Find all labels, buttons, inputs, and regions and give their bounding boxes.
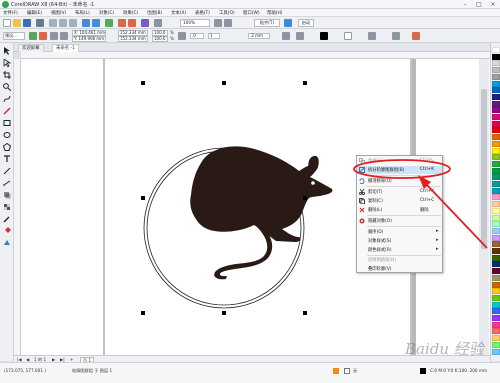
highlight-ellipse [353, 159, 451, 179]
annotation-overlay [353, 159, 488, 249]
watermark: Baidu 经验 [405, 340, 484, 358]
pointer-arrow-line [425, 183, 488, 249]
